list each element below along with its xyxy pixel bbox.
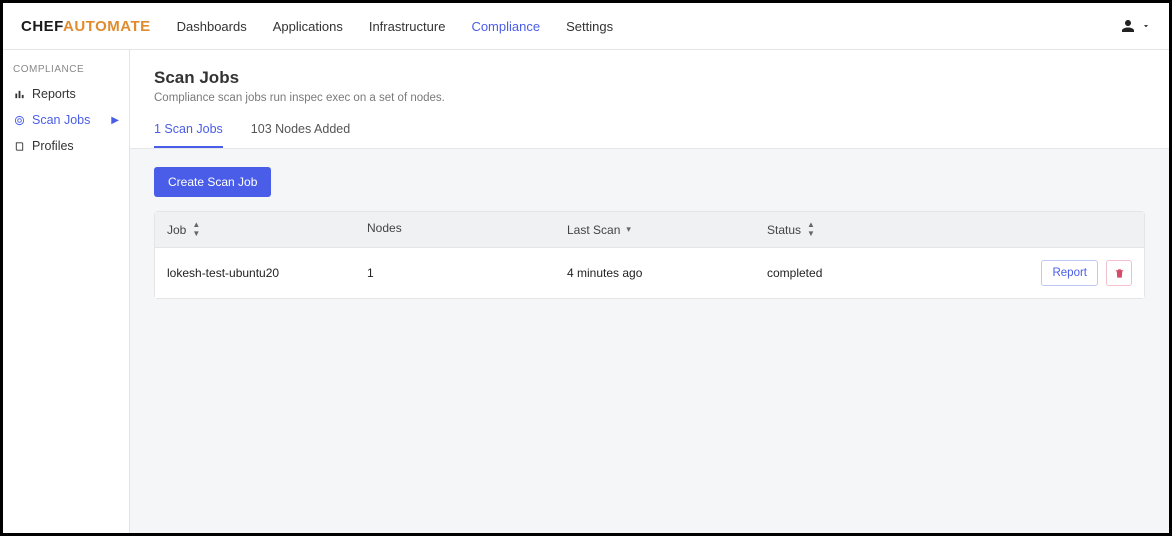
sidebar-item-profiles[interactable]: Profiles [3,133,129,159]
tabs: 1 Scan Jobs 103 Nodes Added [154,122,1145,148]
cell-nodes: 1 [367,266,567,280]
column-header-label: Status [767,223,801,237]
bar-chart-icon [13,89,25,100]
page-title: Scan Jobs [154,68,1145,88]
cell-status: completed [767,266,967,280]
scan-jobs-table: Job ▲▼ Nodes Last Scan ▾ Status ▲▼ [154,211,1145,299]
trash-icon [1114,268,1125,279]
sidebar-item-label: Reports [32,87,76,101]
nav-applications[interactable]: Applications [273,19,343,34]
column-header-status[interactable]: Status ▲▼ [767,221,967,238]
sort-icon: ▲▼ [192,221,200,238]
tab-nodes-added[interactable]: 103 Nodes Added [251,122,350,148]
tab-scan-jobs[interactable]: 1 Scan Jobs [154,122,223,148]
sidebar-item-label: Profiles [32,139,74,153]
logo-part2: AUTOMATE [63,18,151,35]
sidebar-item-scan-jobs[interactable]: Scan Jobs ▶ [3,107,129,133]
cell-last-scan: 4 minutes ago [567,266,767,280]
create-scan-job-button[interactable]: Create Scan Job [154,167,271,197]
sidebar-item-label: Scan Jobs [32,113,90,127]
nav-dashboards[interactable]: Dashboards [177,19,247,34]
column-header-label: Job [167,223,186,237]
book-icon [13,141,25,152]
chevron-right-icon: ▶ [111,115,119,126]
chevron-down-icon [1141,21,1151,31]
sort-icon: ▲▼ [807,221,815,238]
sidebar-item-reports[interactable]: Reports [3,81,129,107]
target-icon [13,115,25,126]
column-header-job[interactable]: Job ▲▼ [167,221,367,238]
sidebar-heading: COMPLIANCE [3,64,129,81]
column-header-actions [967,221,1132,238]
page-header: Scan Jobs Compliance scan jobs run inspe… [130,50,1169,149]
column-header-label: Nodes [367,221,402,235]
logo-part1: CHEF [21,18,63,35]
column-header-label: Last Scan [567,223,620,237]
nav-infrastructure[interactable]: Infrastructure [369,19,446,34]
sidebar: COMPLIANCE Reports Scan Jobs ▶ Profiles [3,50,130,533]
table-row: lokesh-test-ubuntu20 1 4 minutes ago com… [155,248,1144,298]
table-header-row: Job ▲▼ Nodes Last Scan ▾ Status ▲▼ [155,212,1144,248]
nav-compliance[interactable]: Compliance [471,19,540,34]
column-header-nodes[interactable]: Nodes [367,221,567,238]
user-icon [1119,17,1137,35]
content-area: Create Scan Job Job ▲▼ Nodes Last Scan ▾ [130,149,1169,317]
main-content: Scan Jobs Compliance scan jobs run inspe… [130,50,1169,533]
top-nav: Dashboards Applications Infrastructure C… [177,19,613,34]
delete-button[interactable] [1106,260,1132,286]
caret-down-icon: ▾ [626,224,631,235]
nav-settings[interactable]: Settings [566,19,613,34]
top-bar: CHEFAUTOMATE Dashboards Applications Inf… [3,3,1169,50]
page-subtitle: Compliance scan jobs run inspec exec on … [154,92,1145,104]
report-button[interactable]: Report [1041,260,1098,286]
logo: CHEFAUTOMATE [21,18,151,35]
cell-job[interactable]: lokesh-test-ubuntu20 [167,266,367,280]
user-menu[interactable] [1119,17,1151,35]
column-header-last-scan[interactable]: Last Scan ▾ [567,221,767,238]
